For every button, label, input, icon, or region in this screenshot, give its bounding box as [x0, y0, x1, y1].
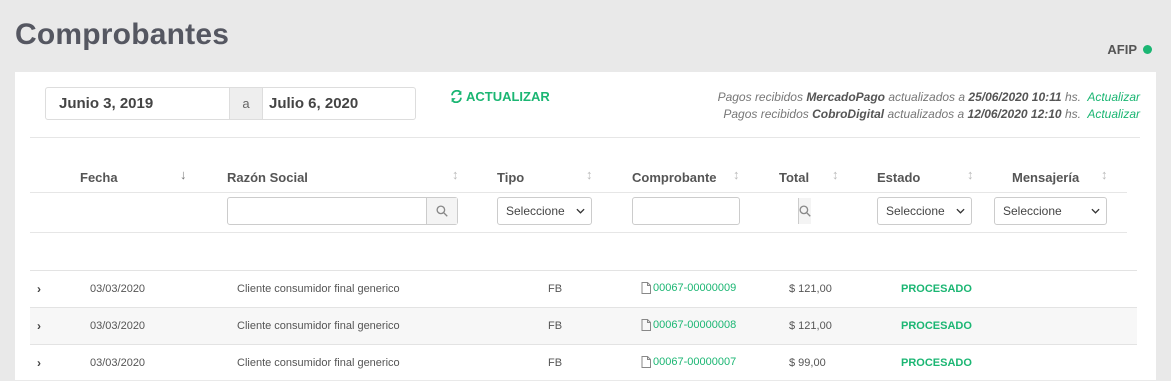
col-razon-social[interactable]: Razón Social — [227, 170, 308, 185]
date-from-field[interactable]: Junio 3, 2019 — [46, 88, 229, 119]
row-tipo: FB — [548, 357, 563, 369]
mensajeria-select[interactable]: Seleccione — [994, 197, 1107, 225]
date-range-separator: a — [229, 88, 263, 119]
afip-label: AFIP — [1107, 42, 1137, 57]
sync-line-cobrodigital: Pagos recibidos CobroDigital actualizado… — [718, 106, 1140, 123]
col-mensajeria[interactable]: Mensajería — [1012, 170, 1079, 185]
col-comprobante[interactable]: Comprobante — [632, 170, 717, 185]
row-fecha: 03/03/2020 — [90, 320, 146, 332]
estado-select-value: Seleccione — [886, 204, 945, 218]
comprobante-number[interactable]: 00067-00000007 — [653, 356, 736, 368]
col-fecha[interactable]: Fecha — [80, 170, 118, 185]
update-mercadopago-link[interactable]: Actualizar — [1087, 90, 1140, 104]
table-row[interactable]: › 03/03/2020 Cliente consumidor final ge… — [30, 344, 1137, 381]
main-panel: Junio 3, 2019 a Julio 6, 2020 ACTUALIZAR… — [15, 72, 1156, 380]
row-tipo: FB — [548, 320, 563, 332]
sync-datetime: 25/06/2020 10:11 — [968, 90, 1062, 104]
razon-social-filter-input[interactable] — [228, 198, 426, 224]
sync-source: CobroDigital — [812, 107, 885, 121]
sync-mid: actualizados a — [888, 90, 966, 104]
refresh-icon — [451, 90, 462, 103]
razon-social-search[interactable] — [227, 197, 458, 225]
sort-icon[interactable]: ↕ — [967, 167, 974, 182]
row-total: $ 121,00 — [789, 320, 832, 332]
sort-desc-icon[interactable]: ↓ — [180, 167, 187, 182]
comprobante-number[interactable]: 00067-00000009 — [653, 282, 736, 294]
refresh-button[interactable]: ACTUALIZAR — [450, 89, 550, 104]
table-row[interactable]: › 03/03/2020 Cliente consumidor final ge… — [30, 270, 1137, 307]
col-total[interactable]: Total — [779, 170, 809, 185]
sync-suffix: hs. — [1064, 107, 1081, 121]
sync-prefix: Pagos recibidos — [723, 107, 809, 121]
afip-status: AFIP — [1107, 42, 1152, 57]
search-button[interactable] — [798, 198, 811, 224]
sync-line-mercadopago: Pagos recibidos MercadoPago actualizados… — [718, 89, 1140, 106]
expand-chevron-icon[interactable]: › — [37, 282, 41, 296]
sync-suffix: hs. — [1064, 90, 1081, 104]
row-fecha: 03/03/2020 — [90, 357, 146, 369]
status-badge: PROCESADO — [901, 320, 972, 332]
row-comprobante-link[interactable]: 00067-00000009 — [641, 282, 736, 294]
table-row[interactable]: › 03/03/2020 Cliente consumidor final ge… — [30, 307, 1137, 344]
estado-select[interactable]: Seleccione — [877, 197, 972, 225]
search-icon — [436, 205, 448, 217]
date-to-field[interactable]: Julio 6, 2020 — [263, 88, 415, 119]
row-fecha: 03/03/2020 — [90, 283, 146, 295]
row-comprobante-link[interactable]: 00067-00000007 — [641, 356, 736, 368]
refresh-label: ACTUALIZAR — [466, 89, 550, 104]
tipo-select-value: Seleccione — [506, 204, 565, 218]
expand-chevron-icon[interactable]: › — [37, 356, 41, 370]
table-body: › 03/03/2020 Cliente consumidor final ge… — [30, 270, 1137, 381]
sync-mid: actualizados a — [887, 107, 965, 121]
sort-icon[interactable]: ↕ — [832, 167, 839, 182]
col-tipo[interactable]: Tipo — [497, 170, 524, 185]
table-header: Fecha ↓ Razón Social ↕ Tipo ↕ Comprobant… — [30, 162, 1127, 193]
status-dot-icon — [1143, 45, 1152, 54]
pdf-file-icon — [641, 282, 651, 294]
pdf-file-icon — [641, 319, 651, 331]
chevron-down-icon — [576, 208, 585, 214]
row-comprobante-link[interactable]: 00067-00000008 — [641, 319, 736, 331]
row-razon-social: Cliente consumidor final generico — [237, 283, 400, 295]
chevron-down-icon — [956, 208, 965, 214]
pdf-file-icon — [641, 356, 651, 368]
date-range-picker[interactable]: Junio 3, 2019 a Julio 6, 2020 — [45, 87, 416, 120]
col-estado[interactable]: Estado — [877, 170, 920, 185]
update-cobrodigital-link[interactable]: Actualizar — [1087, 107, 1140, 121]
filter-row: Seleccione Seleccione Seleccione — [30, 192, 1127, 233]
sync-source: MercadoPago — [806, 90, 885, 104]
sort-icon[interactable]: ↕ — [586, 167, 593, 182]
status-badge: PROCESADO — [901, 357, 972, 369]
mensajeria-select-value: Seleccione — [1003, 204, 1062, 218]
row-razon-social: Cliente consumidor final generico — [237, 320, 400, 332]
search-button[interactable] — [426, 198, 457, 224]
row-razon-social: Cliente consumidor final generico — [237, 357, 400, 369]
expand-chevron-icon[interactable]: › — [37, 319, 41, 333]
sort-icon[interactable]: ↕ — [452, 167, 459, 182]
status-badge: PROCESADO — [901, 283, 972, 295]
row-tipo: FB — [548, 283, 563, 295]
search-icon — [799, 205, 811, 217]
sort-icon[interactable]: ↕ — [1101, 167, 1108, 182]
row-total: $ 121,00 — [789, 283, 832, 295]
page-title: Comprobantes — [15, 18, 230, 51]
sync-prefix: Pagos recibidos — [717, 90, 803, 104]
comprobante-search[interactable] — [632, 197, 811, 225]
divider — [30, 137, 1140, 138]
comprobante-number[interactable]: 00067-00000008 — [653, 319, 736, 331]
chevron-down-icon — [1091, 208, 1100, 214]
row-total: $ 99,00 — [789, 357, 826, 369]
sort-icon[interactable]: ↕ — [733, 167, 740, 182]
sync-datetime: 12/06/2020 12:10 — [967, 107, 1062, 121]
sync-info: Pagos recibidos MercadoPago actualizados… — [718, 89, 1140, 123]
tipo-select[interactable]: Seleccione — [497, 197, 592, 225]
comprobante-filter-input[interactable] — [633, 198, 798, 224]
